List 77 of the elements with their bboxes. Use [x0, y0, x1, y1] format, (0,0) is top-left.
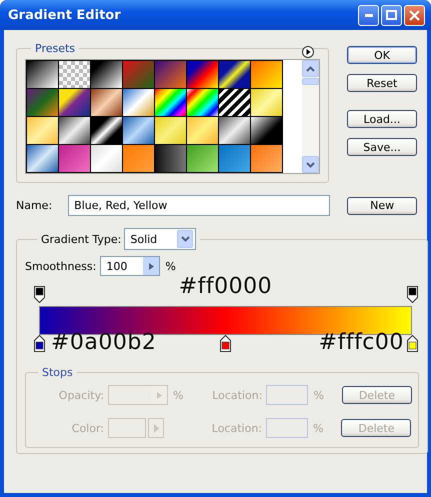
close-button[interactable]	[404, 4, 425, 26]
scroll-down-icon[interactable]	[306, 162, 315, 168]
unit-label: %	[313, 388, 324, 402]
color-stop[interactable]	[34, 335, 45, 352]
unit-label: %	[173, 388, 184, 402]
gradient-swatch[interactable]	[187, 89, 218, 116]
gradient-swatch[interactable]	[155, 89, 186, 116]
gradient-swatch[interactable]	[155, 145, 186, 172]
slider-arrow-icon[interactable]	[156, 392, 162, 398]
gradient-swatch[interactable]	[91, 145, 122, 172]
field-label: Location:	[212, 422, 262, 434]
gradient-swatch[interactable]	[251, 145, 282, 172]
scroll-thumb[interactable]	[302, 78, 319, 85]
gradient-swatch[interactable]	[59, 117, 90, 144]
window-title: Gradient Editor	[8, 8, 122, 22]
gradient-swatch[interactable]	[251, 89, 282, 116]
gradient-swatch[interactable]	[27, 89, 58, 116]
field-label: Gradient Type:	[41, 232, 122, 246]
gradient-swatch[interactable]	[123, 145, 154, 172]
flyout-menu-icon[interactable]	[302, 46, 314, 58]
maximize-icon	[386, 10, 397, 20]
dialog-button[interactable]: Reset	[347, 74, 417, 92]
gradient-swatch[interactable]	[219, 89, 250, 116]
gradient-swatch[interactable]	[251, 117, 282, 144]
maximize-button[interactable]	[381, 4, 402, 26]
gradient-swatch[interactable]	[123, 117, 154, 144]
name-field[interactable]: Blue, Red, Yellow	[68, 195, 330, 216]
triangle-right-icon	[154, 424, 158, 432]
field-label: Color:	[72, 422, 104, 434]
unit-label: %	[313, 422, 324, 434]
scrollbar[interactable]	[302, 60, 319, 173]
color-stop[interactable]	[220, 335, 232, 352]
field-label: Smoothness:	[25, 260, 96, 272]
gradient-swatch[interactable]	[91, 117, 122, 144]
color-code-annotation: #0a00b2	[51, 330, 156, 355]
group-title: Stops	[41, 366, 74, 379]
gradient-swatch[interactable]	[187, 117, 218, 144]
gradient-swatch[interactable]	[251, 61, 282, 88]
opacity-stop[interactable]	[406, 286, 418, 303]
opacity-stop[interactable]	[34, 286, 45, 303]
color-code-annotation: #ff0000	[178, 274, 272, 299]
color-stop[interactable]	[406, 335, 418, 352]
smoothness-field[interactable]: 100	[100, 256, 160, 276]
gradient-swatch[interactable]	[59, 145, 90, 172]
gradient-swatch[interactable]	[219, 145, 250, 172]
field-label: Name:	[16, 199, 52, 212]
gradient-swatch[interactable]	[123, 61, 154, 88]
gradient-swatch[interactable]	[27, 117, 58, 144]
new-button[interactable]: New	[347, 196, 417, 214]
color-code-annotation: #fffc00	[318, 330, 404, 355]
gradient-swatch[interactable]	[27, 61, 58, 88]
slider-arrow-icon[interactable]	[148, 262, 154, 270]
minimize-icon	[364, 14, 372, 16]
dialog-button[interactable]: OK	[347, 46, 417, 64]
gradient-type-dropdown[interactable]: Solid	[124, 228, 196, 250]
field-label: Opacity:	[58, 388, 104, 402]
gradient-swatch[interactable]	[155, 61, 186, 88]
scroll-up-icon[interactable]	[306, 66, 315, 72]
gradient-swatch[interactable]	[59, 61, 90, 88]
minimize-button[interactable]	[358, 4, 379, 26]
unit-label: %	[165, 260, 176, 272]
gradient-swatch[interactable]	[59, 89, 90, 116]
gradient-swatch[interactable]	[123, 89, 154, 116]
close-icon	[409, 10, 420, 20]
gradient-swatch[interactable]	[27, 145, 58, 172]
chevron-down-icon	[180, 236, 190, 242]
gradient-swatch[interactable]	[155, 117, 186, 144]
gradient-swatch[interactable]	[91, 61, 122, 88]
field-label: Location:	[212, 388, 262, 402]
gradient-swatch[interactable]	[187, 145, 218, 172]
gradient-swatch[interactable]	[219, 61, 250, 88]
dialog-button[interactable]: Load...	[347, 110, 417, 128]
gradient-swatch[interactable]	[187, 61, 218, 88]
gradient-swatch[interactable]	[219, 117, 250, 144]
gradient-swatch[interactable]	[91, 89, 122, 116]
dialog-button[interactable]: Save...	[347, 138, 417, 156]
group-title: Presets	[34, 42, 76, 55]
